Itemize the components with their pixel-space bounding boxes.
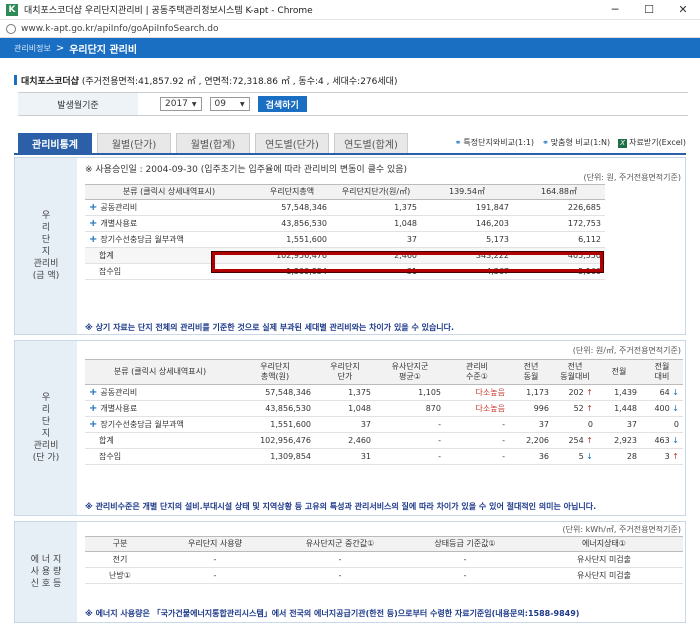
chevron-down-icon: ▼ — [191, 100, 197, 108]
chevron-down-icon: ▼ — [239, 100, 245, 108]
maximize-icon[interactable]: ☐ — [632, 3, 666, 16]
complex-info: 대치포스코더샵 (주거전용면적:41,857.92 ㎡ , 연면적:72,318… — [14, 74, 397, 87]
expand-plus-icon[interactable]: + — [89, 403, 97, 414]
table-header-row: 구분 우리단지 사용량 유사단지군 중간값① 상태등급 기준값① 에너지상태① — [85, 536, 683, 552]
arrow-up-icon: ↑ — [672, 452, 679, 461]
table-row[interactable]: + 장기수선충당금 월부과액 1,551,600 37 - - 37 0 37 0 — [85, 416, 683, 433]
breadcrumb-item[interactable]: 관리비정보 — [14, 43, 51, 54]
tab-yearly-unit[interactable]: 연도별(단가) — [255, 133, 329, 153]
tab-underline — [14, 153, 686, 155]
unit-label: (단위: 원, 주거전용면적기준) — [583, 173, 681, 182]
approval-note: ※ 사용승인일 : 2004-09-30 (입주초기는 입주율에 따라 관리비의… — [85, 165, 408, 175]
arrow-up-icon: ↑ — [586, 404, 593, 413]
compare-n-link[interactable]: ⚭ 맞춤형 비교(1:N) — [542, 137, 610, 148]
search-button[interactable]: 검색하기 — [257, 96, 307, 112]
complex-name: 대치포스코더샵 — [21, 77, 79, 87]
table-row: 전기 - - - 유사단지 미검출 — [85, 551, 683, 568]
window-titlebar: K 대치포스코더샵 우리단지관리비 | 공동주택관리정보시스템 K-apt - … — [0, 0, 700, 20]
expand-plus-icon[interactable]: + — [89, 234, 97, 245]
excel-download-link[interactable]: X 자료받기(Excel) — [618, 137, 686, 148]
period-selector: 발생월기준 2017 ▼ 09 ▼ 검색하기 — [18, 92, 688, 116]
breadcrumb-separator: > — [55, 42, 65, 54]
unit-label: (단위: 원/㎡, 주거전용면적기준) — [572, 346, 681, 355]
table-row[interactable]: + 개별사용료 43,856,530 1,048 146,203 172,753 — [85, 215, 605, 232]
month-value: 09 — [214, 99, 226, 109]
total-row-highlight — [212, 252, 603, 272]
section-side-label: 에 너 지 사 용 량 신 호 등 — [15, 522, 77, 622]
section-energy: 에 너 지 사 용 량 신 호 등 (단위: kWh/㎡, 주거전용면적기준) … — [14, 521, 686, 623]
table-header-row: 분류 (클릭시 상세내역표시) 우리단지총액 우리단지단가(원/㎡) 139.5… — [85, 184, 605, 200]
month-select[interactable]: 09 ▼ — [209, 97, 250, 111]
expand-plus-icon[interactable]: + — [89, 387, 97, 398]
expand-plus-icon[interactable]: + — [89, 419, 97, 430]
globe-icon — [6, 23, 16, 34]
close-icon[interactable]: ✕ — [666, 3, 700, 16]
compare-one-link[interactable]: ⚭ 특정단지와비교(1:1) — [455, 137, 534, 148]
tab-yearly-total[interactable]: 연도별(합계) — [334, 133, 408, 153]
minimize-icon[interactable]: ─ — [598, 3, 632, 16]
link-icon: ⚭ — [454, 138, 462, 147]
address-bar[interactable]: www.k-apt.go.kr/apiInfo/goApiInfoSearch.… — [0, 20, 700, 38]
table-row: 난방① - - - 유사단지 미검출 — [85, 567, 683, 584]
excel-icon: X — [618, 139, 628, 148]
arrow-up-icon: ↑ — [586, 388, 593, 397]
section-total-fees: 우 리 단 지 관리비 (금 액) ※ 사용승인일 : 2004-09-30 (… — [14, 157, 686, 335]
breadcrumb: 관리비정보 > 우리단지 관리비 — [0, 38, 700, 58]
tab-stats[interactable]: 관리비통계 — [18, 133, 92, 153]
link-icon: ⚭ — [542, 138, 549, 147]
app-logo-icon: K — [6, 3, 18, 16]
url-text[interactable]: www.k-apt.go.kr/apiInfo/goApiInfoSearch.… — [21, 24, 218, 34]
arrow-down-icon: ↓ — [672, 388, 679, 397]
tab-monthly-total[interactable]: 월별(합계) — [176, 133, 250, 153]
section-side-label: 우 리 단 지 관리비 (단 가) — [15, 341, 77, 515]
fee-unit-table: 분류 (클릭시 상세내역표시) 우리단지 총액(원) 우리단지 단가 유사단지군… — [85, 359, 683, 465]
page-title: 우리단지 관리비 — [69, 44, 138, 56]
period-label: 발생월기준 — [18, 93, 138, 115]
year-value: 2017 — [165, 99, 188, 109]
level-footnote: ※ 관리비수준은 개별 단지의 설비.부대시설 상태 및 지역상황 등 고유의 … — [85, 502, 597, 511]
tab-monthly-unit[interactable]: 월별(단가) — [97, 133, 171, 153]
section-marker — [14, 75, 17, 85]
table-row[interactable]: + 장기수선충당금 월부과액 1,551,600 37 5,173 6,112 — [85, 231, 605, 248]
window-title: 대치포스코더샵 우리단지관리비 | 공동주택관리정보시스템 K-apt - Ch… — [24, 6, 313, 16]
arrow-down-icon: ↓ — [586, 452, 593, 461]
tab-bar: 관리비통계 월별(단가) 월별(합계) 연도별(단가) 연도별(합계) — [18, 133, 413, 153]
table-row[interactable]: + 공동관리비 57,548,346 1,375 191,847 226,685 — [85, 199, 605, 216]
arrow-down-icon: ↓ — [672, 404, 679, 413]
energy-table: 구분 우리단지 사용량 유사단지군 중간값① 상태등급 기준값① 에너지상태① … — [85, 536, 683, 584]
section-unit-fees: 우 리 단 지 관리비 (단 가) (단위: 원/㎡, 주거전용면적기준) 분류… — [14, 340, 686, 516]
table-row: 잡수입 1,309,854 31 - - 36 5 ↓ 28 3 ↑ — [85, 448, 683, 465]
arrow-up-icon: ↑ — [586, 436, 593, 445]
table-row[interactable]: + 공동관리비 57,548,346 1,375 1,105 다소높음 1,173… — [85, 384, 683, 401]
expand-plus-icon[interactable]: + — [89, 218, 97, 229]
complex-detail: (주거전용면적:41,857.92 ㎡ , 연면적:72,318.86 ㎡ , … — [81, 77, 398, 87]
energy-footnote: ※ 에너지 사용량은 「국가건물에너지통합관리시스템」에서 전국의 에너지공급기… — [85, 609, 580, 618]
expand-plus-icon[interactable]: + — [89, 202, 97, 213]
arrow-down-icon: ↓ — [672, 436, 679, 445]
fee-footnote: ※ 상기 자료는 단지 전체의 관리비를 기준한 것으로 실제 부과된 세대별 … — [85, 323, 455, 332]
unit-label: (단위: kWh/㎡, 주거전용면적기준) — [562, 525, 681, 534]
table-header-row: 분류 (클릭시 상세내역표시) 우리단지 총액(원) 우리단지 단가 유사단지군… — [85, 359, 683, 385]
year-select[interactable]: 2017 ▼ — [160, 97, 202, 111]
table-row-total: 합계 102,956,476 2,460 - - 2,206 254 ↑ 2,9… — [85, 432, 683, 449]
tab-links: ⚭ 특정단지와비교(1:1) ⚭ 맞춤형 비교(1:N) X 자료받기(Excel) — [447, 137, 686, 148]
table-row[interactable]: + 개별사용료 43,856,530 1,048 870 다소높음 996 52 … — [85, 400, 683, 417]
section-side-label: 우 리 단 지 관리비 (금 액) — [15, 158, 77, 334]
